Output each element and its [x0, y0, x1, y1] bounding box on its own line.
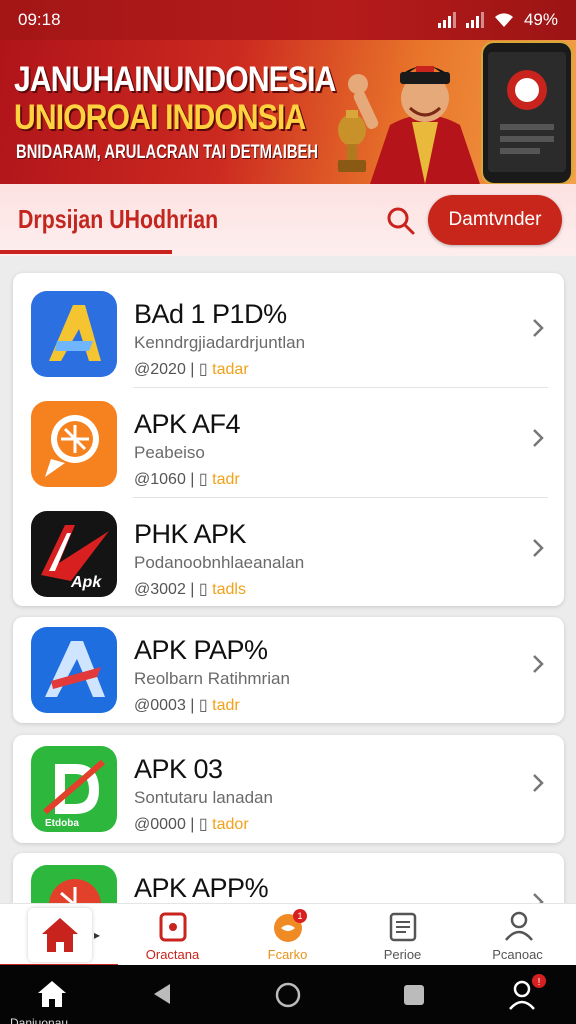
chevron-right-icon: [533, 319, 544, 337]
app-tag: tadr: [212, 697, 240, 714]
banner-tagline: BNIDARAM, ARULACRAN TAI DETMAIBEH: [16, 142, 319, 163]
app-name: APK 03: [134, 754, 223, 784]
signal-icon-2: [465, 12, 484, 28]
wifi-icon: [494, 13, 513, 27]
app-year: @0003: [134, 697, 186, 714]
home-circle-icon[interactable]: [274, 981, 302, 1009]
nav-item-perioe[interactable]: Perioe: [345, 904, 460, 966]
system-navigation-bar: !: [0, 965, 576, 1024]
profile-alert-icon[interactable]: !: [506, 973, 548, 1013]
badge-icon: 1: [274, 909, 307, 942]
recents-icon[interactable]: [402, 983, 426, 1007]
banner-title: JANUHAINUNDONESIA: [14, 60, 336, 99]
app-name: PHK APK: [134, 519, 247, 549]
app-year: @0000: [134, 816, 186, 833]
app-name: APK APP%: [134, 873, 269, 903]
nav-label: Perioe: [383, 947, 422, 962]
svg-text:Etdoba: Etdoba: [45, 818, 79, 829]
svg-text:Apk: Apk: [70, 574, 102, 591]
file-icon: ▯: [198, 361, 208, 378]
download-button[interactable]: Damtvnder: [428, 195, 562, 245]
app-description: Kenndrgjiadardrjuntlan: [134, 333, 306, 352]
app-tag: tador: [212, 816, 249, 833]
app-description: Reolbarn Ratihmrian: [134, 669, 290, 688]
app-screen: 09:18 49% JANUHAINUNDONESIA UNIOROAI IND…: [0, 0, 576, 1024]
app-meta: @1060 | ▯ tadr: [134, 471, 240, 488]
app-meta: @2020 | ▯ tadar: [134, 361, 249, 378]
file-icon: ▯: [198, 816, 208, 833]
file-icon: ▯: [198, 697, 208, 714]
notification-badge: 1: [297, 911, 302, 921]
app-description: Podanoobnhlaeanalan: [134, 553, 305, 572]
app-card: APK PAP% Reolbarn Ratihmrian @0003 | ▯ t…: [13, 617, 564, 723]
chevron-right-icon: [533, 539, 544, 557]
back-icon[interactable]: [150, 981, 174, 1007]
app-list-card: BAd 1 P1D% Kenndrgjiadardrjuntlan @2020 …: [13, 273, 564, 606]
row-divider: [133, 497, 548, 498]
mascot-person-icon: [348, 66, 480, 184]
chevron-right-icon: [533, 774, 544, 792]
page-title[interactable]: Drpsijan UHodhrian: [18, 204, 218, 235]
nav-item-fcarko[interactable]: 1 Fcarko: [230, 904, 345, 966]
app-card: Etdoba APK 03 Sontutaru lanadan @0000 | …: [13, 735, 564, 843]
app-name: APK AF4: [134, 409, 241, 439]
row-divider: [133, 387, 548, 388]
nav-label: Pcanoac: [492, 947, 543, 962]
status-bar: 09:18 49%: [0, 0, 576, 40]
nav-label: Oractana: [145, 947, 200, 962]
app-year: @1060: [134, 471, 186, 488]
nav-item-home[interactable]: ▸: [0, 904, 118, 967]
banner-illustration: [338, 41, 573, 184]
home-icon[interactable]: [36, 979, 68, 1009]
app-description: Peabeiso: [134, 443, 205, 462]
app-tag: tadls: [212, 581, 246, 598]
app-name: APK PAP%: [134, 635, 268, 665]
app-description: Sontutaru lanadan: [134, 788, 273, 807]
app-tag: tadr: [212, 471, 240, 488]
green-d-icon: Etdoba: [31, 746, 117, 832]
app-row[interactable]: APK PAP% Reolbarn Ratihmrian @0003 | ▯ t…: [13, 617, 564, 723]
app-row[interactable]: Apk PHK APK Podanoobnhlaeanalan @3002 | …: [13, 497, 564, 606]
app-row[interactable]: BAd 1 P1D% Kenndrgjiadardrjuntlan @2020 …: [13, 277, 564, 387]
app-row[interactable]: APK AF4 Peabeiso @1060 | ▯ tadr: [13, 387, 564, 497]
system-bar-label: Daniuonau: [10, 1016, 69, 1024]
alert-badge: !: [538, 977, 541, 988]
nav-item-oractana[interactable]: Oractana: [115, 904, 230, 966]
app-name: BAd 1 P1D%: [134, 299, 287, 329]
caret-icon: ▸: [94, 928, 101, 942]
app-meta: @3002 | ▯ tadls: [134, 581, 246, 598]
nav-item-pcanoac[interactable]: Pcanoac: [460, 904, 575, 966]
battery-level: 49%: [523, 10, 558, 29]
signal-icon: [437, 12, 456, 28]
card-icon: [159, 912, 187, 942]
status-indicators: 49%: [437, 10, 558, 30]
status-time: 09:18: [18, 10, 61, 29]
document-icon: [389, 912, 417, 942]
app-tag: tadar: [212, 361, 249, 378]
file-icon: ▯: [198, 471, 208, 488]
banner-subtitle: UNIOROAI INDONSIA: [14, 98, 306, 137]
active-tab-indicator: [0, 250, 172, 254]
apk-arrow-icon: Apk: [31, 511, 117, 597]
app-meta: @0003 | ▯ tadr: [134, 697, 240, 714]
bottom-navigation: ▸ Oractana 1 Fcarko Perioe Pcanoac: [0, 903, 576, 967]
app-meta: @0000 | ▯ tador: [134, 816, 249, 833]
app-row[interactable]: Etdoba APK 03 Sontutaru lanadan @0000 | …: [13, 735, 564, 842]
trophy-icon: [338, 110, 366, 172]
chevron-right-icon: [533, 429, 544, 447]
chevron-right-icon: [533, 655, 544, 673]
phone-mockup-icon: [481, 41, 573, 184]
abstract-a-icon: [31, 291, 117, 377]
user-icon: [505, 911, 533, 941]
app-year: @3002: [134, 581, 186, 598]
blue-a-icon: [31, 627, 117, 713]
orange-chat-icon: [31, 401, 117, 487]
search-icon[interactable]: [384, 204, 418, 238]
home-icon: [42, 918, 78, 952]
promo-banner[interactable]: JANUHAINUNDONESIA UNIOROAI INDONSIA BNID…: [0, 40, 576, 184]
nav-label: Fcarko: [267, 947, 308, 962]
app-year: @2020: [134, 361, 186, 378]
file-icon: ▯: [198, 581, 208, 598]
